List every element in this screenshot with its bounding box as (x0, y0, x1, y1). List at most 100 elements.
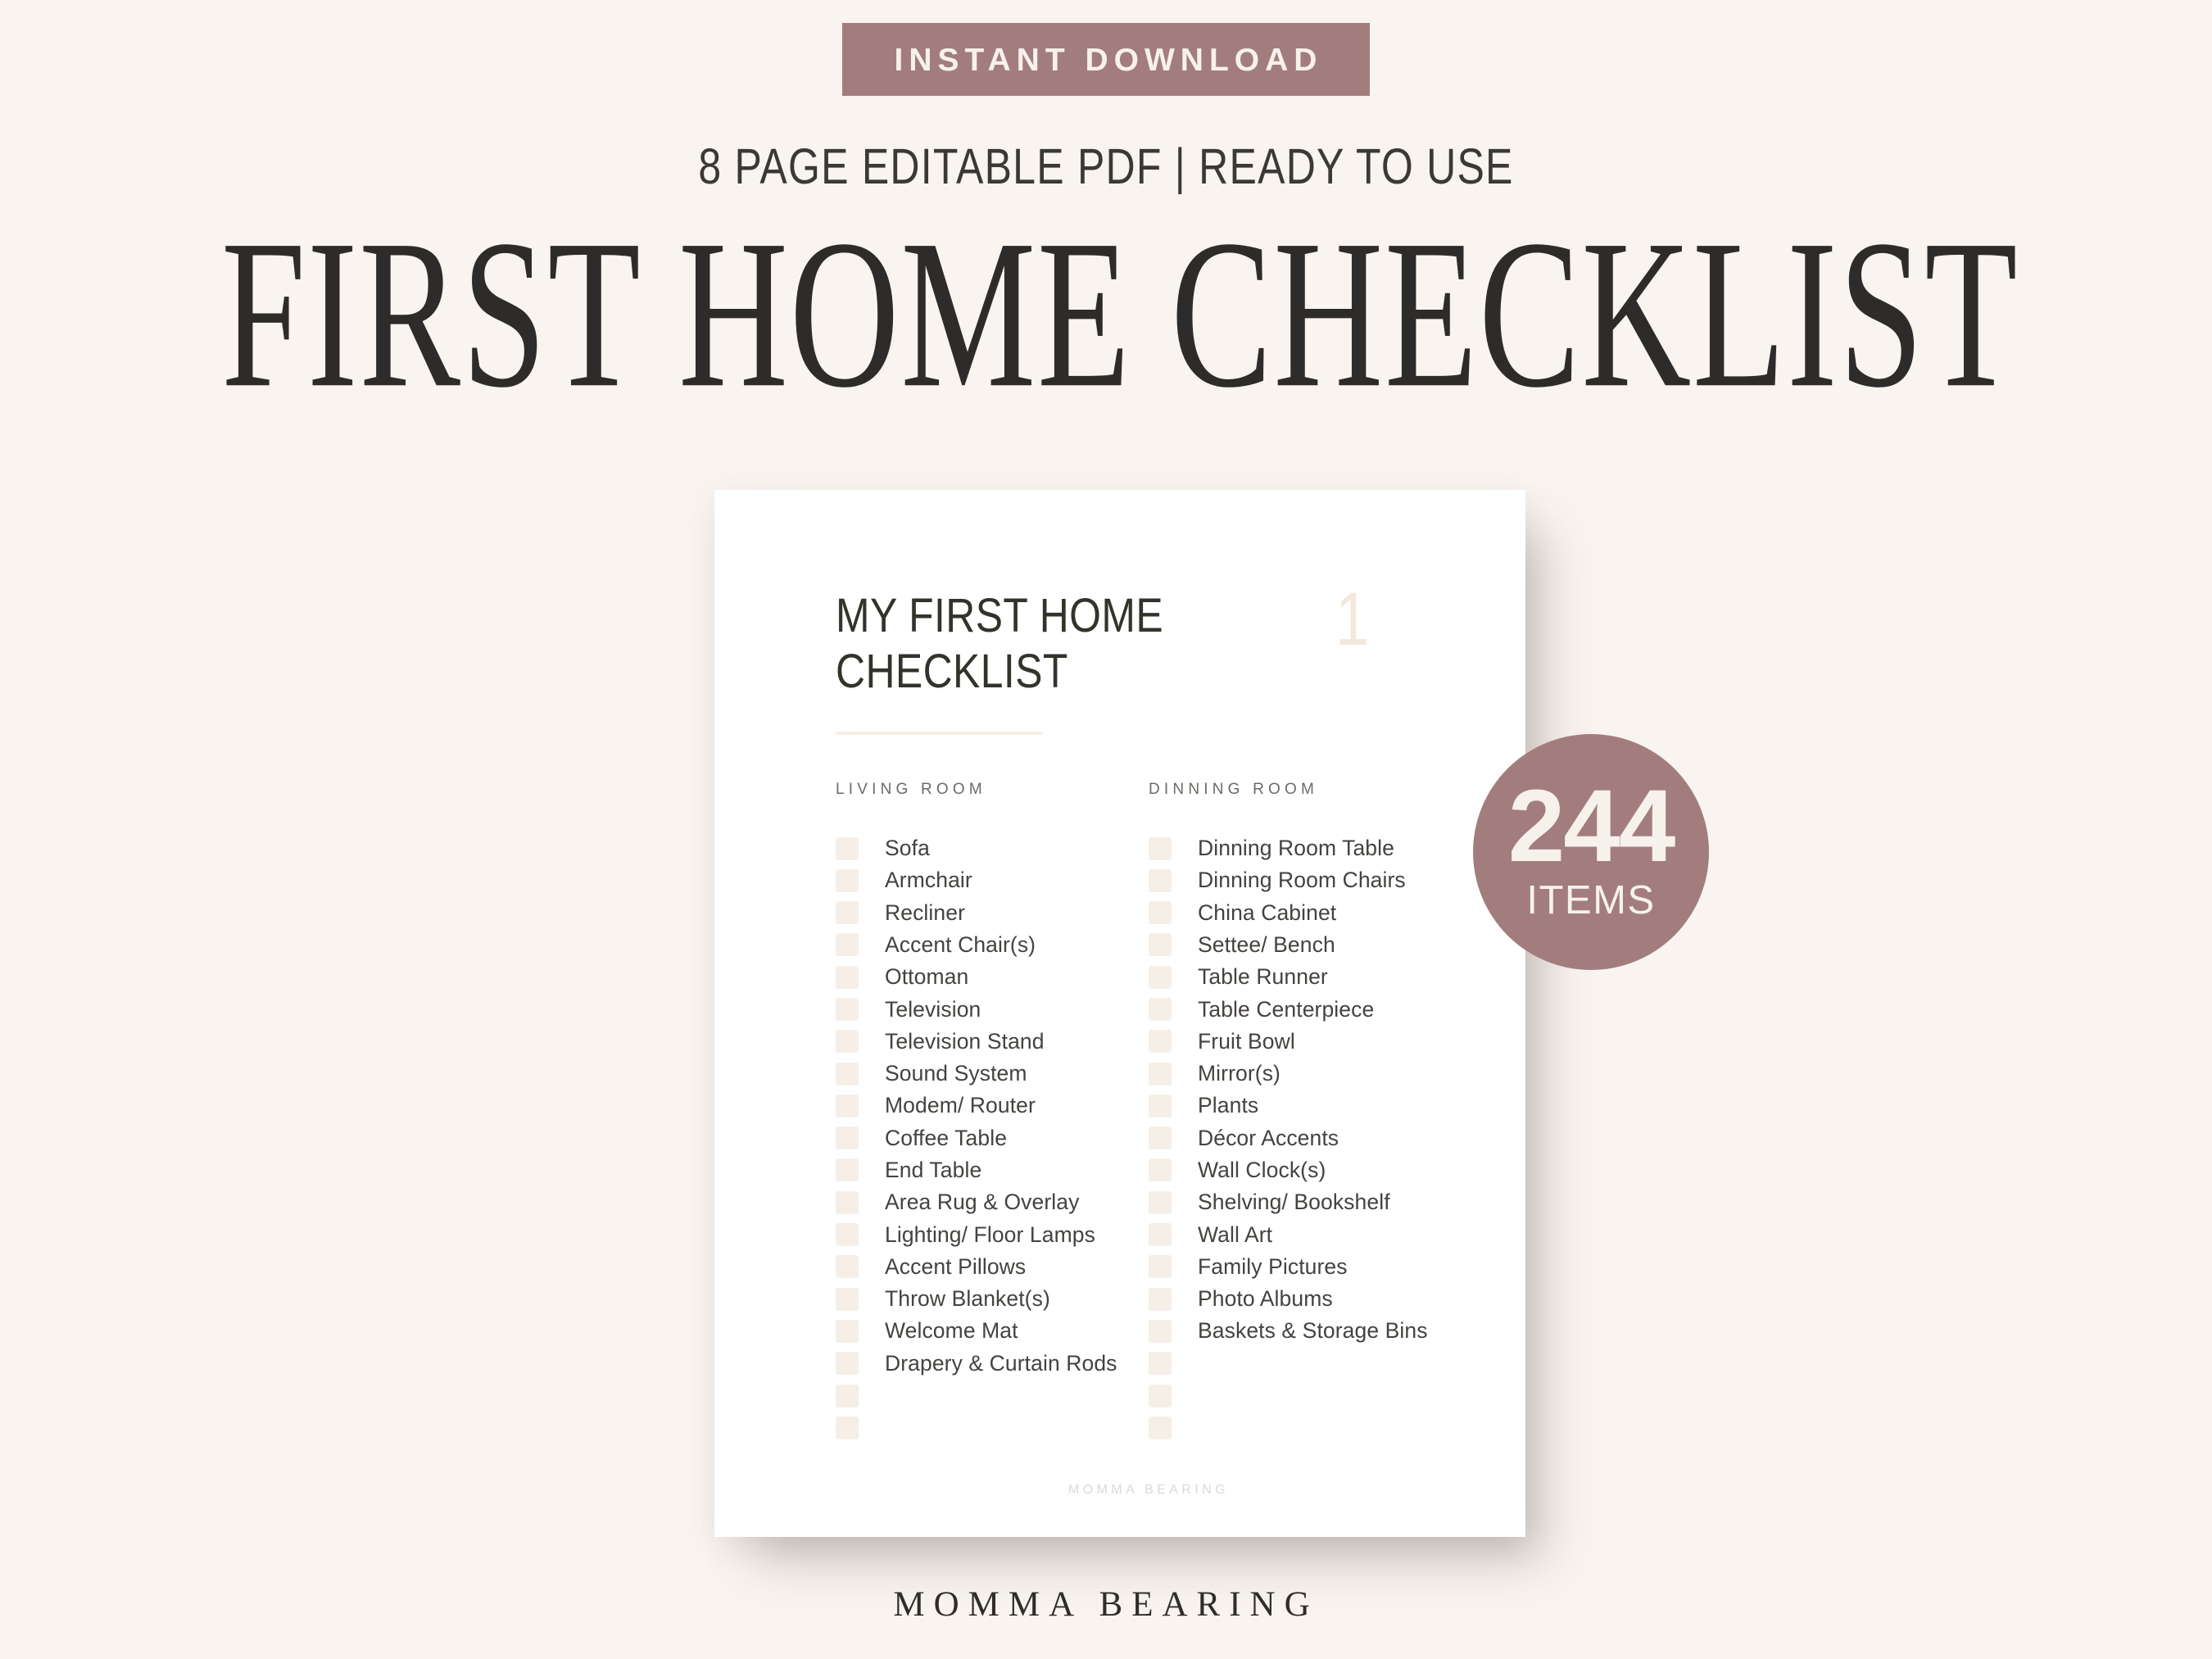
checklist-row[interactable]: Dinning Room Chairs (1149, 864, 1462, 896)
section-heading-dinning-room: DINNING ROOM (1149, 780, 1319, 798)
checklist-row[interactable]: Coffee Table (836, 1122, 1149, 1154)
checkbox-icon[interactable] (836, 1319, 859, 1343)
product-subtitle: 8 PAGE EDITABLE PDF | READY TO USE (698, 138, 1514, 194)
checklist-item-label: Television Stand (885, 1028, 1045, 1054)
checklist-row[interactable]: Television (836, 993, 1149, 1025)
checkbox-icon[interactable] (836, 1287, 859, 1311)
checklist-row[interactable] (1149, 1412, 1462, 1444)
checkbox-icon[interactable] (1149, 1094, 1172, 1117)
checkbox-icon[interactable] (1149, 933, 1172, 957)
checklist-row[interactable]: End Table (836, 1154, 1149, 1186)
checkbox-icon[interactable] (836, 901, 859, 925)
checklist-item-label: Settee/ Bench (1198, 931, 1335, 957)
checkbox-icon[interactable] (836, 1158, 859, 1182)
checklist-row[interactable] (1149, 1348, 1462, 1380)
checkbox-icon[interactable] (836, 1094, 859, 1117)
checklist-row[interactable]: Accent Chair(s) (836, 929, 1149, 961)
checklist-item-label: Dinning Room Table (1198, 836, 1394, 861)
checkbox-icon[interactable] (1149, 1319, 1172, 1343)
checklist-row[interactable]: Sofa (836, 832, 1149, 864)
checklist-row[interactable]: Shelving/ Bookshelf (1149, 1186, 1462, 1218)
checklist-row[interactable] (836, 1380, 1149, 1412)
checklist-row[interactable]: Table Runner (1149, 961, 1462, 993)
checklist-item-label: China Cabinet (1198, 900, 1337, 925)
checklist-row[interactable]: Throw Blanket(s) (836, 1283, 1149, 1315)
checkbox-icon[interactable] (1149, 868, 1172, 892)
checklist-row[interactable]: Armchair (836, 864, 1149, 896)
brand-footer: MOMMA BEARING (893, 1585, 1319, 1624)
checkbox-icon[interactable] (1149, 1352, 1172, 1376)
checkbox-icon[interactable] (1149, 1190, 1172, 1214)
checklist-item-label: Family Pictures (1198, 1253, 1348, 1279)
checklist-row[interactable]: Area Rug & Overlay (836, 1186, 1149, 1218)
checklist-row[interactable]: Family Pictures (1149, 1251, 1462, 1283)
checklist-item-label: End Table (885, 1157, 982, 1182)
checklist-item-label: Drapery & Curtain Rods (885, 1350, 1117, 1376)
section-heading-living-room: LIVING ROOM (836, 780, 986, 798)
checkbox-icon[interactable] (836, 965, 859, 989)
checkbox-icon[interactable] (1149, 1384, 1172, 1407)
checkbox-icon[interactable] (836, 1352, 859, 1376)
checklist-row[interactable]: Photo Albums (1149, 1283, 1462, 1315)
checklist-row[interactable]: Wall Art (1149, 1218, 1462, 1250)
checklist-row[interactable]: Décor Accents (1149, 1122, 1462, 1154)
checklist-row[interactable]: Sound System (836, 1058, 1149, 1090)
checkbox-icon[interactable] (1149, 1158, 1172, 1182)
checklist-row[interactable]: Recliner (836, 896, 1149, 928)
items-count-unit: ITEMS (1526, 877, 1656, 922)
checklist-item-label: Table Runner (1198, 964, 1328, 990)
checkbox-icon[interactable] (1149, 836, 1172, 860)
checklist-row[interactable]: Fruit Bowl (1149, 1026, 1462, 1058)
checkbox-icon[interactable] (1149, 998, 1172, 1021)
document-watermark: MOMMA BEARING (1068, 1483, 1229, 1497)
checkbox-icon[interactable] (836, 1255, 859, 1279)
checklist-row[interactable]: Baskets & Storage Bins (1149, 1315, 1462, 1347)
checklist-items-dinning-room: Dinning Room Table Dinning Room Chairs Chi… (1149, 832, 1462, 1444)
checkbox-icon[interactable] (1149, 1126, 1172, 1150)
checkbox-icon[interactable] (1149, 1416, 1172, 1439)
items-count-value: 244 (1507, 769, 1676, 884)
checklist-row[interactable]: Modem/ Router (836, 1090, 1149, 1122)
checklist-row[interactable]: Wall Clock(s) (1149, 1154, 1462, 1186)
checklist-row[interactable]: Mirror(s) (1149, 1058, 1462, 1090)
checklist-row[interactable]: Drapery & Curtain Rods (836, 1348, 1149, 1380)
checkbox-icon[interactable] (1149, 1255, 1172, 1279)
checklist-row[interactable]: Lighting/ Floor Lamps (836, 1218, 1149, 1250)
checkbox-icon[interactable] (836, 933, 859, 957)
checklist-row[interactable] (1149, 1380, 1462, 1412)
checklist-row[interactable]: Welcome Mat (836, 1315, 1149, 1347)
checklist-row[interactable]: Ottoman (836, 961, 1149, 993)
checklist-row[interactable]: Dinning Room Table (1149, 832, 1462, 864)
checkbox-icon[interactable] (1149, 1062, 1172, 1086)
checkbox-icon[interactable] (836, 1030, 859, 1054)
checklist-row[interactable]: China Cabinet (1149, 896, 1462, 928)
checklist-row[interactable]: Accent Pillows (836, 1251, 1149, 1283)
checklist-row[interactable]: Television Stand (836, 1026, 1149, 1058)
checklist-item-label: Recliner (885, 900, 966, 925)
checklist-item-label: Table Centerpiece (1198, 996, 1375, 1022)
checklist-row[interactable] (836, 1412, 1149, 1444)
checkbox-icon[interactable] (1149, 1223, 1172, 1247)
checkbox-icon[interactable] (836, 1062, 859, 1086)
checklist-item-label: Photo Albums (1198, 1286, 1333, 1312)
checklist-row[interactable]: Settee/ Bench (1149, 929, 1462, 961)
checklist-item-label: Modem/ Router (885, 1093, 1036, 1118)
checkbox-icon[interactable] (1149, 1287, 1172, 1311)
checkbox-icon[interactable] (836, 868, 859, 892)
checkbox-icon[interactable] (836, 1126, 859, 1150)
checklist-column-living-room: LIVING ROOM Sofa Armchair Recliner Accent C… (836, 781, 1149, 1444)
checkbox-icon[interactable] (836, 1190, 859, 1214)
checkbox-icon[interactable] (836, 836, 859, 860)
checklist-item-label: Welcome Mat (885, 1318, 1018, 1344)
checkbox-icon[interactable] (836, 1384, 859, 1407)
checkbox-icon[interactable] (1149, 901, 1172, 925)
checklist-row[interactable]: Plants (1149, 1090, 1462, 1122)
checkbox-icon[interactable] (836, 1223, 859, 1247)
checklist-item-label: Fruit Bowl (1198, 1028, 1295, 1054)
checkbox-icon[interactable] (1149, 965, 1172, 989)
checkbox-icon[interactable] (836, 1416, 859, 1439)
checklist-row[interactable]: Table Centerpiece (1149, 993, 1462, 1025)
checkbox-icon[interactable] (1149, 1030, 1172, 1054)
checklist-items-living-room: Sofa Armchair Recliner Accent Chair(s) Ottom… (836, 832, 1149, 1444)
checkbox-icon[interactable] (836, 998, 859, 1021)
